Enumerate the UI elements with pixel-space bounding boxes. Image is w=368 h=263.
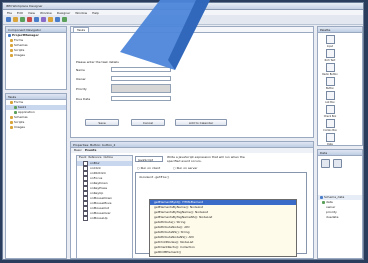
ribbon-graphic	[120, 0, 210, 70]
